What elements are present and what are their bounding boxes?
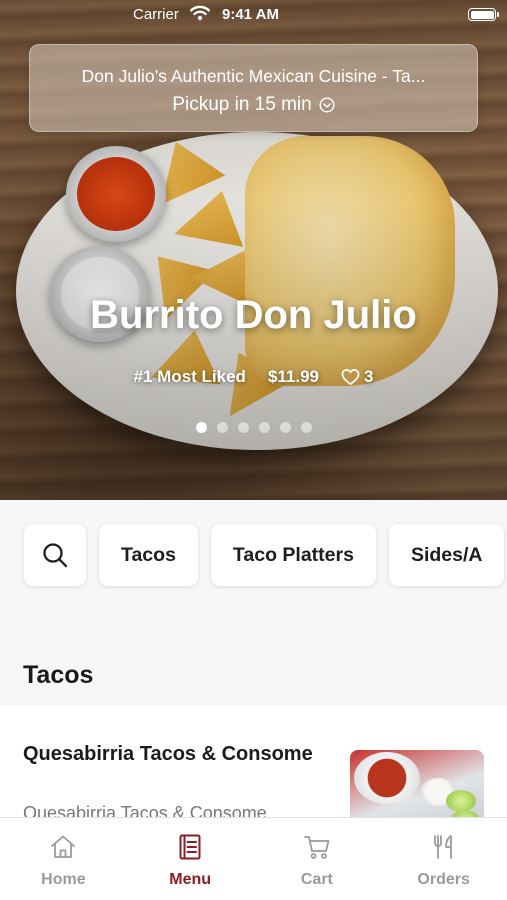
carousel-dot[interactable]: [195, 422, 207, 433]
category-chips: Tacos Taco Platters Sides/A: [24, 524, 505, 586]
category-chip-taco-platters[interactable]: Taco Platters: [210, 524, 376, 586]
pickup-time-label: Pickup in 15 min: [172, 94, 312, 115]
cart-icon: [303, 836, 330, 859]
category-chip-sides-a[interactable]: Sides/A: [388, 524, 505, 586]
clock: 9:41 AM: [222, 6, 279, 23]
pickup-time-selector[interactable]: Pickup in 15 min: [30, 94, 477, 116]
tab-label: Orders: [417, 871, 470, 888]
wifi-icon: [190, 5, 210, 21]
carousel-pagination[interactable]: [0, 422, 507, 433]
home-icon: [51, 835, 76, 858]
menu-item-name: Quesabirria Tacos & Consome: [23, 743, 313, 765]
menu-book-icon: [179, 834, 201, 860]
tab-menu[interactable]: Menu: [127, 818, 254, 900]
status-bar: Carrier 9:41 AM: [0, 0, 507, 30]
carousel-dot[interactable]: [237, 422, 249, 433]
likes-count[interactable]: 3: [341, 367, 373, 387]
carrier-label: Carrier: [133, 6, 179, 23]
category-chip-tacos[interactable]: Tacos: [99, 524, 198, 586]
search-icon: [43, 543, 68, 568]
utensils-icon: [433, 835, 452, 859]
carousel-dot[interactable]: [300, 422, 312, 433]
pickup-banner[interactable]: Don Julio’s Authentic Mexican Cuisine - …: [29, 44, 478, 132]
tab-bar: Home Menu Cart Orders: [0, 817, 507, 900]
tab-orders[interactable]: Orders: [380, 818, 507, 900]
tab-label: Menu: [169, 871, 212, 888]
search-button[interactable]: [24, 524, 86, 586]
restaurant-name: Don Julio’s Authentic Mexican Cuisine - …: [81, 66, 426, 86]
tab-cart[interactable]: Cart: [254, 818, 381, 900]
popularity-badge: #1 Most Liked: [133, 367, 246, 386]
featured-dish-meta: #1 Most Liked $11.99 3: [0, 367, 507, 387]
carousel-dot[interactable]: [216, 422, 228, 433]
category-bar: Tacos Taco Platters Sides/A: [0, 500, 507, 605]
heart-icon: [341, 369, 360, 385]
price-label: $11.99: [267, 367, 319, 386]
tab-home[interactable]: Home: [0, 818, 127, 900]
carousel-dot[interactable]: [258, 422, 270, 433]
carousel-dot[interactable]: [279, 422, 291, 433]
app-screen: Carrier 9:41 AM Don Julio’s Authentic Me…: [0, 0, 507, 900]
likes-number: 3: [364, 367, 374, 386]
tab-label: Home: [41, 871, 86, 888]
battery-icon: [468, 8, 499, 21]
tab-label: Cart: [300, 871, 333, 888]
chevron-down-circle-icon: [319, 97, 335, 113]
section-title: Tacos: [23, 661, 94, 689]
featured-hero[interactable]: Carrier 9:41 AM Don Julio’s Authentic Me…: [0, 0, 507, 500]
featured-dish-title: Burrito Don Julio: [90, 293, 417, 337]
